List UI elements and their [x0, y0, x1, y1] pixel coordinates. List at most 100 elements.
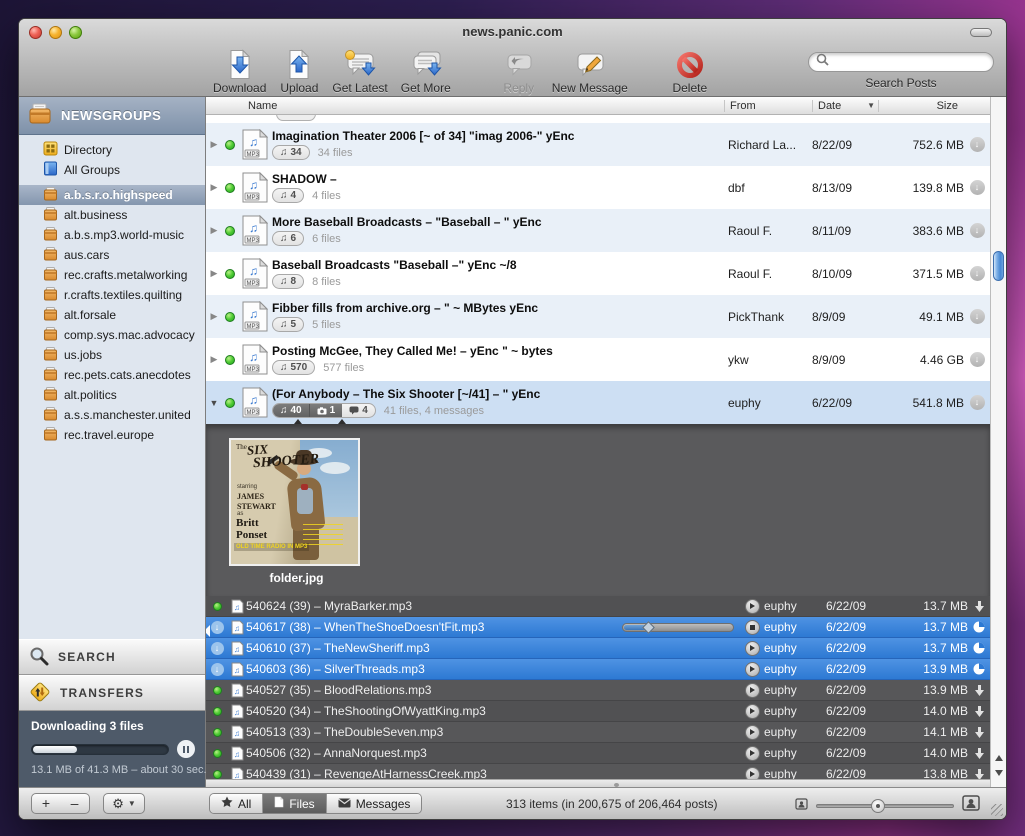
sidebar-group-item[interactable]: alt.business: [19, 205, 205, 225]
post-row[interactable]: ▶ ♫MP3 Baseball Broadcasts "Baseball –" …: [206, 252, 990, 295]
search-section-header[interactable]: SEARCH: [19, 639, 205, 675]
post-row[interactable]: ▶ ♫MP3 Posting McGee, They Called Me! – …: [206, 338, 990, 381]
disclosure-triangle-icon[interactable]: ▶: [206, 139, 222, 150]
titlebar[interactable]: news.panic.com: [19, 19, 1006, 45]
column-header-from[interactable]: From: [724, 100, 812, 112]
file-row[interactable]: ♫ 540506 (32) – AnnaNorquest.mp3 euphy 6…: [206, 743, 990, 764]
sidebar-group-item[interactable]: a.s.s.manchester.united: [19, 405, 205, 425]
search-input[interactable]: [808, 52, 994, 72]
file-row-queued[interactable]: ↓ ♫ 540610 (37) – TheNewSheriff.mp3 euph…: [206, 638, 990, 659]
slider-thumb[interactable]: [642, 621, 655, 634]
sidebar-group-item[interactable]: alt.forsale: [19, 305, 205, 325]
zoom-slider[interactable]: [816, 804, 954, 808]
disclosure-triangle-icon[interactable]: ▶: [206, 225, 222, 236]
scroll-down-button[interactable]: [991, 770, 1006, 776]
new-message-button[interactable]: New Message: [552, 48, 628, 95]
sidebar-group-item[interactable]: alt.politics: [19, 385, 205, 405]
file-row[interactable]: ♫ 540520 (34) – TheShootingOfWyattKing.m…: [206, 701, 990, 722]
sidebar-group-item[interactable]: us.jobs: [19, 345, 205, 365]
filter-all-button[interactable]: All: [210, 794, 262, 813]
disclosure-triangle-icon[interactable]: ▶: [206, 354, 222, 365]
zoom-window-button[interactable]: [69, 26, 82, 39]
sidebar-group-item[interactable]: rec.travel.europe: [19, 425, 205, 445]
close-window-button[interactable]: [29, 26, 42, 39]
music-count-badge: ♫ 5: [272, 317, 304, 332]
zoom-slider-knob[interactable]: [871, 799, 885, 813]
download-post-button[interactable]: ↓: [970, 309, 985, 324]
delete-button[interactable]: Delete: [670, 48, 710, 95]
column-header-name[interactable]: Name: [206, 100, 724, 112]
play-button[interactable]: [745, 767, 760, 780]
post-row[interactable]: ▶ ♫MP3 Fibber fills from archive.org – "…: [206, 295, 990, 338]
mp3-file-icon: ♫MP3: [238, 129, 272, 160]
add-button[interactable]: +: [31, 793, 61, 814]
horizontal-scrollbar[interactable]: [206, 779, 990, 787]
play-button[interactable]: [745, 704, 760, 719]
scroll-up-button[interactable]: [991, 755, 1006, 761]
playback-slider[interactable]: [622, 623, 734, 632]
transfers-section-header[interactable]: TRANSFERS: [19, 675, 205, 711]
sidebar-group-item[interactable]: rec.crafts.metalworking: [19, 265, 205, 285]
disclosure-triangle-icon[interactable]: ▶: [206, 311, 222, 322]
disclosure-triangle-icon[interactable]: ▶: [206, 268, 222, 279]
filter-files-button[interactable]: Files: [262, 794, 325, 813]
play-button[interactable]: [745, 746, 760, 761]
scrollbar-thumb[interactable]: [993, 251, 1004, 281]
post-row[interactable]: ▶ ♫MP3 Imagination Theater 2006 [~ of 34…: [206, 123, 990, 166]
sidebar-item-all-groups[interactable]: All Groups: [19, 160, 205, 180]
resize-grip[interactable]: [991, 804, 1003, 816]
download-post-button[interactable]: ↓: [970, 137, 985, 152]
download-post-button[interactable]: ↓: [970, 180, 985, 195]
sidebar-group-item[interactable]: comp.sys.mac.advocacy: [19, 325, 205, 345]
play-button[interactable]: [745, 725, 760, 740]
remove-button[interactable]: –: [60, 793, 90, 814]
download-button[interactable]: Download: [213, 48, 266, 95]
play-button[interactable]: [745, 599, 760, 614]
file-row[interactable]: ♫ 540439 (31) – RevengeAtHarnessCreek.mp…: [206, 764, 990, 779]
play-button[interactable]: [745, 683, 760, 698]
svg-text:MP3: MP3: [247, 195, 260, 201]
mp3-doc-icon: ♫: [228, 725, 246, 740]
pause-transfers-button[interactable]: [177, 740, 195, 758]
file-row-downloading[interactable]: ↓ ♫ 540617 (38) – WhenTheShoeDoesn'tFit.…: [206, 617, 990, 638]
play-button[interactable]: [745, 641, 760, 656]
filter-messages-button[interactable]: Messages: [326, 794, 422, 813]
download-post-button[interactable]: ↓: [970, 223, 985, 238]
file-row-queued[interactable]: ↓ ♫ 540603 (36) – SilverThreads.mp3 euph…: [206, 659, 990, 680]
newsgroups-section-header[interactable]: NEWSGROUPS: [19, 97, 205, 135]
get-latest-button[interactable]: Get Latest: [332, 48, 387, 95]
stop-button[interactable]: [745, 620, 760, 635]
post-row[interactable]: ▶ ♫MP3 SHADOW – ♫ 4 4 files dbf 8/13/09 …: [206, 166, 990, 209]
sidebar-group-item[interactable]: a.b.s.mp3.world-music: [19, 225, 205, 245]
download-post-button[interactable]: ↓: [970, 352, 985, 367]
sidebar-group-item-selected[interactable]: a.b.s.r.o.highspeed: [19, 185, 205, 205]
post-row-selected[interactable]: ▼ ♫MP3 (For Anybody – The Six Shooter [~…: [206, 381, 990, 424]
toolbar-toggle-pill[interactable]: [970, 28, 992, 37]
reply-button[interactable]: Reply: [499, 48, 539, 95]
folder-jpg-thumbnail[interactable]: The SIX SHOOTER starring JAMES STEWART a…: [229, 438, 360, 566]
get-more-button[interactable]: Get More: [401, 48, 451, 95]
file-row[interactable]: ♫ 540624 (39) – MyraBarker.mp3 euphy 6/2…: [206, 596, 990, 617]
file-row[interactable]: ♫ 540513 (33) – TheDoubleSeven.mp3 euphy…: [206, 722, 990, 743]
play-button[interactable]: [745, 662, 760, 677]
svg-text:♫: ♫: [249, 393, 258, 407]
speaker-icon: [206, 625, 212, 640]
disclosure-triangle-icon[interactable]: ▼: [206, 398, 222, 408]
download-post-button[interactable]: ↓: [970, 266, 985, 281]
file-row[interactable]: ♫ 540527 (35) – BloodRelations.mp3 euphy…: [206, 680, 990, 701]
column-header-size[interactable]: Size: [878, 100, 964, 112]
post-date: 8/9/09: [812, 353, 878, 367]
download-post-button[interactable]: ↓: [970, 395, 985, 410]
disclosure-triangle-icon[interactable]: ▶: [206, 182, 222, 193]
action-menu-button[interactable]: ⚙ ▼: [103, 793, 145, 814]
sidebar-item-directory[interactable]: Directory: [19, 140, 205, 160]
files-count-label: 577 files: [323, 362, 364, 374]
sidebar-group-item[interactable]: rec.pets.cats.anecdotes: [19, 365, 205, 385]
column-header-date[interactable]: Date ▼: [812, 100, 878, 112]
vertical-scrollbar[interactable]: [990, 97, 1006, 787]
upload-button[interactable]: Upload: [279, 48, 319, 95]
minimize-window-button[interactable]: [49, 26, 62, 39]
post-row[interactable]: ▶ ♫MP3 More Baseball Broadcasts – "Baseb…: [206, 209, 990, 252]
sidebar-group-item[interactable]: aus.cars: [19, 245, 205, 265]
sidebar-group-item[interactable]: r.crafts.textiles.quilting: [19, 285, 205, 305]
